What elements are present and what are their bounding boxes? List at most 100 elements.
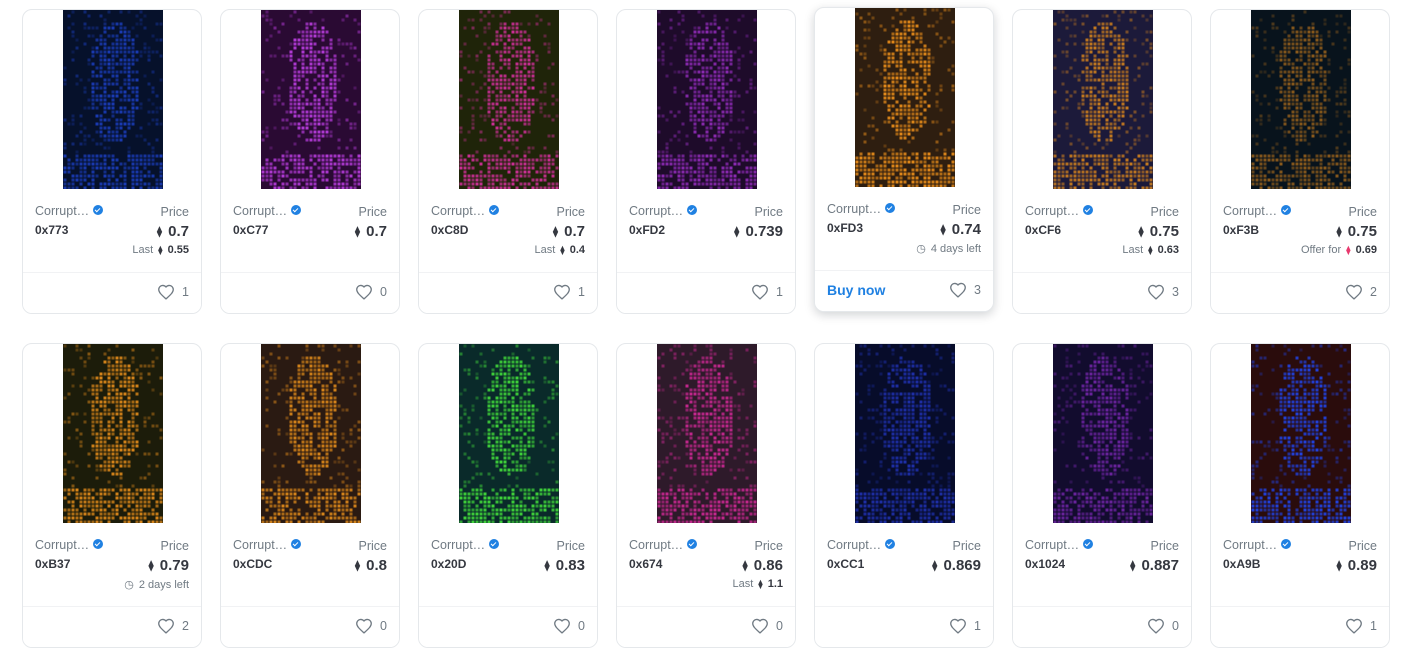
price-value: ⧫ 0.8 xyxy=(355,557,387,574)
asset-card[interactable]: Corrupt… 0x20D Price ⧫ 0.83 0 xyxy=(418,343,598,648)
asset-card[interactable]: Corrupt… 0xF3B Price ⧫ 0.75 Offer for ⧫ 0.… xyxy=(1210,9,1390,314)
asset-card[interactable]: Corrupt… 0xCDC Price ⧫ 0.8 0 xyxy=(220,343,400,648)
ethereum-icon: ⧫ xyxy=(742,560,748,572)
collection-name[interactable]: Corrupt… xyxy=(1223,538,1292,552)
asset-image[interactable] xyxy=(261,344,361,523)
asset-image[interactable] xyxy=(855,344,955,523)
last-sale: Last ⧫ 0.63 xyxy=(1122,244,1179,256)
favorite-button[interactable]: 2 xyxy=(1345,284,1377,300)
asset-image[interactable] xyxy=(63,344,163,523)
asset-info: Corrupt… 0xFD2 Price ⧫ 0.739 xyxy=(629,204,783,274)
clock-icon: ◷ xyxy=(916,243,926,255)
asset-image[interactable] xyxy=(657,10,757,189)
favorite-button[interactable]: 0 xyxy=(553,618,585,634)
collection-name[interactable]: Corrupt… xyxy=(827,202,896,216)
collection-name[interactable]: Corrupt… xyxy=(35,538,104,552)
token-name[interactable]: 0xF3B xyxy=(1223,223,1259,237)
favorite-button[interactable]: 1 xyxy=(553,284,585,300)
asset-card[interactable]: Corrupt… 0xFD3 Price ⧫ 0.74 ◷ 4 days left… xyxy=(814,7,994,312)
token-name[interactable]: 0xB37 xyxy=(35,557,70,571)
heart-icon xyxy=(950,282,966,298)
favorite-count: 1 xyxy=(578,285,585,299)
token-name[interactable]: 0x674 xyxy=(629,557,662,571)
asset-image[interactable] xyxy=(855,8,955,187)
token-name[interactable]: 0x20D xyxy=(431,557,466,571)
collection-name[interactable]: Corrupt… xyxy=(629,538,698,552)
favorite-button[interactable]: 3 xyxy=(949,282,981,298)
asset-card[interactable]: Corrupt… 0x674 Price ⧫ 0.86 Last ⧫ 1.1 0 xyxy=(616,343,796,648)
heart-icon xyxy=(1148,618,1164,634)
collection-label: Corrupt… xyxy=(233,538,288,552)
price-value: ⧫ 0.869 xyxy=(932,557,981,574)
token-name[interactable]: 0xFD2 xyxy=(629,223,665,237)
asset-image[interactable] xyxy=(1053,344,1153,523)
price-value: ⧫ 0.7 xyxy=(553,223,585,240)
asset-image[interactable] xyxy=(657,344,757,523)
favorite-button[interactable]: 1 xyxy=(751,284,783,300)
token-name[interactable]: 0x1024 xyxy=(1025,557,1065,571)
asset-card[interactable]: Corrupt… 0xC8D Price ⧫ 0.7 Last ⧫ 0.4 1 xyxy=(418,9,598,314)
price-label: Price xyxy=(358,539,387,553)
collection-label: Corrupt… xyxy=(1223,538,1278,552)
asset-info: Corrupt… 0x674 Price ⧫ 0.86 Last ⧫ 1.1 xyxy=(629,538,783,608)
card-footer: 1 xyxy=(1211,606,1389,647)
asset-card[interactable]: Corrupt… 0xC77 Price ⧫ 0.7 0 xyxy=(220,9,400,314)
asset-info: Corrupt… 0x1024 Price ⧫ 0.887 xyxy=(1025,538,1179,608)
token-name[interactable]: 0xFD3 xyxy=(827,221,863,235)
collection-name[interactable]: Corrupt… xyxy=(1025,204,1094,218)
asset-image[interactable] xyxy=(1053,10,1153,189)
favorite-button[interactable]: 1 xyxy=(949,618,981,634)
asset-info: Corrupt… 0xCDC Price ⧫ 0.8 xyxy=(233,538,387,608)
asset-card[interactable]: Corrupt… 0xFD2 Price ⧫ 0.739 1 xyxy=(616,9,796,314)
price-label: Price xyxy=(1348,205,1377,219)
asset-card[interactable]: Corrupt… 0x773 Price ⧫ 0.7 Last ⧫ 0.55 1 xyxy=(22,9,202,314)
collection-name[interactable]: Corrupt… xyxy=(1025,538,1094,552)
collection-name[interactable]: Corrupt… xyxy=(827,538,896,552)
favorite-button[interactable]: 0 xyxy=(751,618,783,634)
collection-name[interactable]: Corrupt… xyxy=(431,538,500,552)
price-value: ⧫ 0.739 xyxy=(734,223,783,240)
verified-badge-icon xyxy=(1281,205,1292,215)
collection-name[interactable]: Corrupt… xyxy=(629,204,698,218)
offer-value: 0.69 xyxy=(1355,244,1377,256)
favorite-button[interactable]: 0 xyxy=(355,284,387,300)
price-amount: 0.75 xyxy=(1149,223,1179,240)
buy-now-button[interactable]: Buy now xyxy=(827,282,885,298)
card-footer: 1 xyxy=(617,272,795,313)
token-name[interactable]: 0xCDC xyxy=(233,557,272,571)
verified-badge-icon xyxy=(885,203,896,213)
token-name[interactable]: 0xCC1 xyxy=(827,557,864,571)
favorite-button[interactable]: 2 xyxy=(157,618,189,634)
collection-name[interactable]: Corrupt… xyxy=(1223,204,1292,218)
asset-image[interactable] xyxy=(459,10,559,189)
asset-image[interactable] xyxy=(261,10,361,189)
favorite-button[interactable]: 1 xyxy=(1345,618,1377,634)
favorite-button[interactable]: 0 xyxy=(1147,618,1179,634)
token-name[interactable]: 0xA9B xyxy=(1223,557,1260,571)
pixel-art xyxy=(459,10,559,189)
token-name[interactable]: 0xCF6 xyxy=(1025,223,1061,237)
collection-name[interactable]: Corrupt… xyxy=(233,204,302,218)
collection-name[interactable]: Corrupt… xyxy=(233,538,302,552)
token-name[interactable]: 0xC77 xyxy=(233,223,268,237)
favorite-button[interactable]: 0 xyxy=(355,618,387,634)
collection-name[interactable]: Corrupt… xyxy=(35,204,104,218)
asset-card[interactable]: Corrupt… 0xA9B Price ⧫ 0.89 1 xyxy=(1210,343,1390,648)
last-sale: Last ⧫ 1.1 xyxy=(732,578,783,590)
price-amount: 0.86 xyxy=(753,557,783,574)
asset-image[interactable] xyxy=(459,344,559,523)
asset-image[interactable] xyxy=(1251,344,1351,523)
collection-name[interactable]: Corrupt… xyxy=(431,204,500,218)
card-footer: 3 xyxy=(1013,272,1191,313)
asset-card[interactable]: Corrupt… 0xCC1 Price ⧫ 0.869 1 xyxy=(814,343,994,648)
price-value: ⧫ 0.75 xyxy=(1138,223,1179,240)
asset-image[interactable] xyxy=(1251,10,1351,189)
favorite-button[interactable]: 1 xyxy=(157,284,189,300)
token-name[interactable]: 0xC8D xyxy=(431,223,468,237)
asset-card[interactable]: Corrupt… 0x1024 Price ⧫ 0.887 0 xyxy=(1012,343,1192,648)
asset-image[interactable] xyxy=(63,10,163,189)
token-name[interactable]: 0x773 xyxy=(35,223,68,237)
asset-card[interactable]: Corrupt… 0xB37 Price ⧫ 0.79 ◷ 2 days left… xyxy=(22,343,202,648)
favorite-button[interactable]: 3 xyxy=(1147,284,1179,300)
asset-card[interactable]: Corrupt… 0xCF6 Price ⧫ 0.75 Last ⧫ 0.63 3 xyxy=(1012,9,1192,314)
